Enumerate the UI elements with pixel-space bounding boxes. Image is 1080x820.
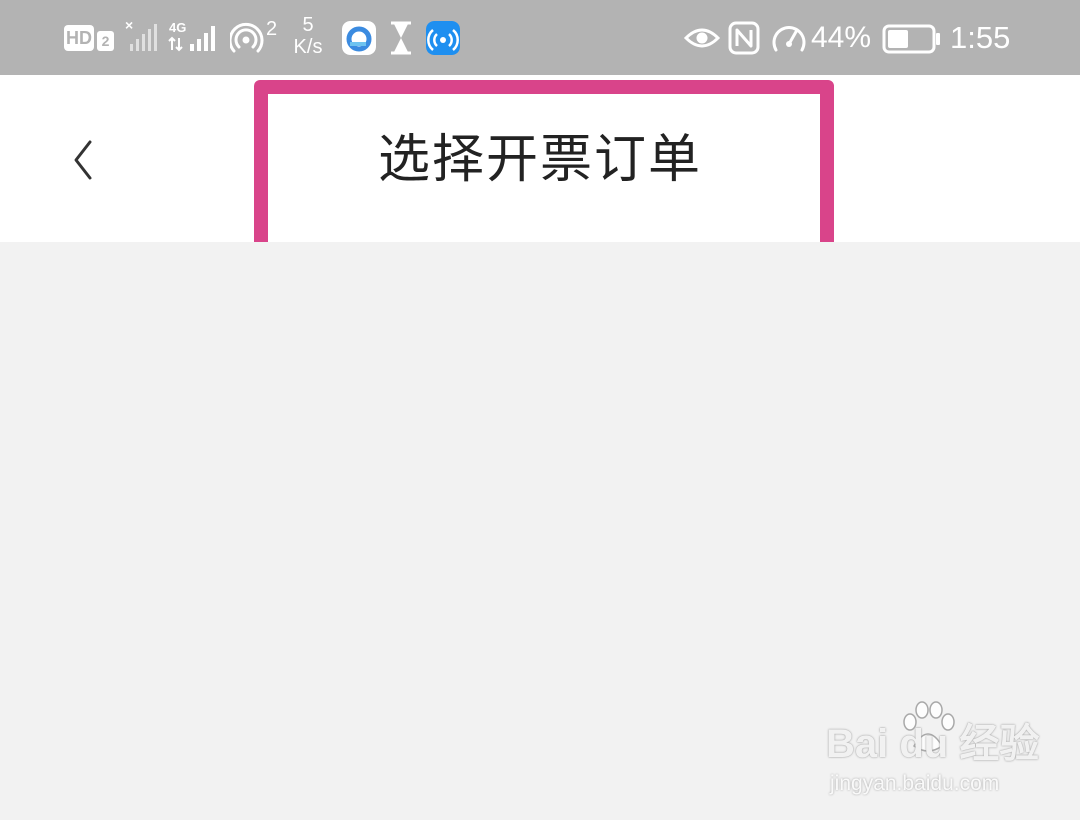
network-speed: 5 K/s [288,14,328,58]
wifi-app-icon [426,21,460,55]
svg-text:×: × [125,18,133,33]
clock: 1:55 [950,20,1011,55]
hotspot-count: 2 [266,18,278,40]
page-title: 选择开票订单 [377,130,702,190]
svg-text:4G: 4G [169,20,186,35]
speed-value: 5 [302,14,314,36]
battery-percent: 44% [811,21,872,54]
watermark-brand: Bai du 经验 [826,722,1040,766]
hotspot-icon [230,22,264,53]
eye-icon [684,28,720,48]
speed-unit: K/s [293,36,323,58]
signal-no-service-icon: × [125,18,157,51]
nfc-icon [728,21,760,55]
hd-sub-badge: 2 [97,31,114,51]
speedometer-icon [772,26,806,52]
baidu-jingyan-watermark: Bai du 经验 jingyan.baidu.com [826,700,1040,800]
watermark-url: jingyan.baidu.com [830,772,1000,795]
browser-app-icon [342,21,376,55]
signal-4g-icon: 4G [168,20,215,52]
status-bar: HD 2 × 4G 4G 2 5 K/s [0,0,1080,75]
battery-icon [882,24,940,54]
navigation-bar: 选择开票订单 [0,75,1080,242]
hd-icon: HD [64,25,94,51]
hourglass-icon [391,21,411,55]
